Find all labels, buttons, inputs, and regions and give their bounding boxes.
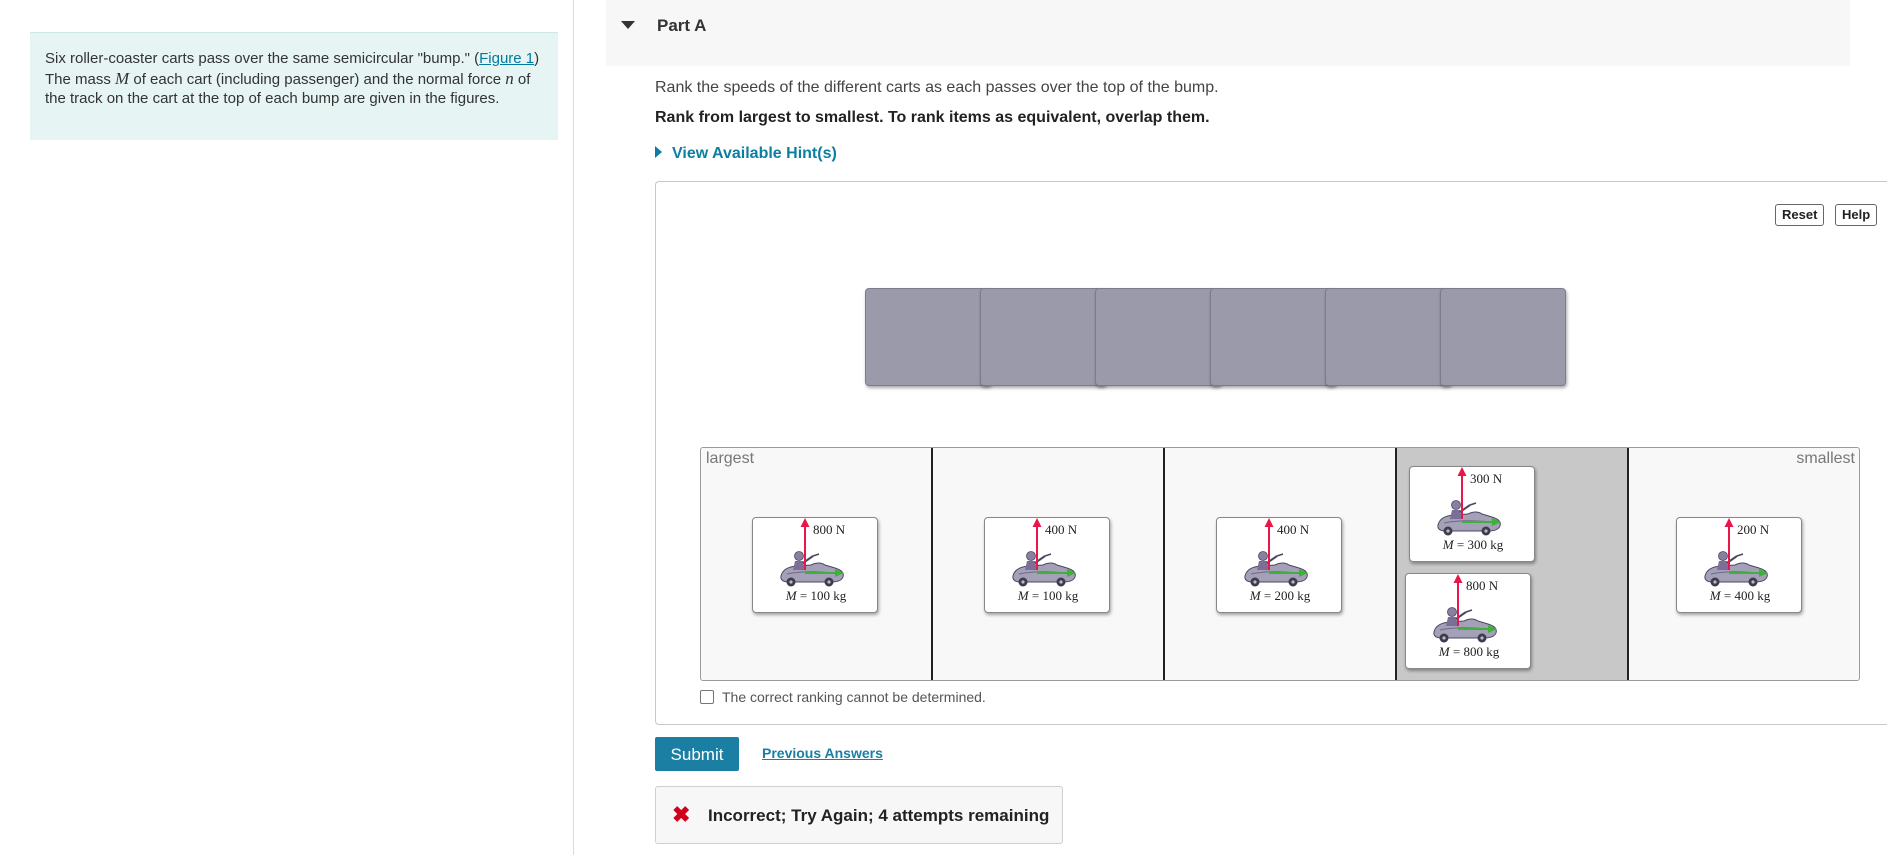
cart-mass-label: M = 200 kg — [1249, 588, 1311, 603]
feedback-message: Incorrect; Try Again; 4 attempts remaini… — [708, 806, 1050, 825]
question-instruction: Rank from largest to smallest. To rank i… — [655, 109, 1210, 126]
ranking-strip[interactable]: largest smallest 800 N M = 100 kg 400 N … — [700, 447, 1860, 681]
empty-source-slot[interactable] — [1440, 288, 1566, 386]
cart-mass-value: 300 kg — [1467, 537, 1504, 552]
intro-text-1: Six roller-coaster carts pass over the s… — [45, 50, 480, 67]
cart-mass-label: M = 100 kg — [785, 588, 847, 603]
view-hints-toggle[interactable]: View Available Hint(s) — [655, 145, 837, 163]
normal-force-value: 800 N — [1466, 578, 1499, 593]
cart-mass-label: M = 800 kg — [1438, 644, 1500, 659]
cart-card[interactable]: 800 N M = 100 kg — [752, 517, 878, 613]
cart-card[interactable]: 300 N M = 300 kg — [1409, 466, 1535, 562]
normal-force-value: 200 N — [1737, 522, 1770, 537]
empty-source-slot[interactable] — [865, 288, 991, 386]
cart-card[interactable]: 200 N M = 400 kg — [1676, 517, 1802, 613]
cannot-determine-option[interactable]: The correct ranking cannot be determined… — [700, 689, 986, 705]
normal-force-value: 400 N — [1277, 522, 1310, 537]
expand-caret-icon — [655, 146, 662, 159]
cannot-determine-label: The correct ranking cannot be determined… — [722, 689, 986, 705]
intro-text-3: of each cart (including passenger) and t… — [129, 70, 506, 88]
ranking-workspace: Reset Help largest smallest 800 N M = 10… — [655, 181, 1887, 725]
hint-label: View Available Hint(s) — [672, 145, 837, 162]
cart-mass-value: 800 kg — [1463, 644, 1500, 659]
cart-mass-label: M = 100 kg — [1017, 588, 1079, 603]
mass-variable: M — [115, 68, 130, 88]
previous-answers-link[interactable]: Previous Answers — [762, 745, 883, 761]
question-prompt: Rank the speeds of the different carts a… — [655, 79, 1219, 96]
cart-mass-value: 100 kg — [1042, 588, 1079, 603]
empty-source-slot[interactable] — [1210, 288, 1336, 386]
help-button[interactable]: Help — [1835, 204, 1878, 226]
largest-label: largest — [706, 450, 755, 467]
cart-mass-label: M = 300 kg — [1442, 537, 1504, 552]
cannot-determine-checkbox[interactable] — [700, 689, 714, 704]
feedback-box: ✖ Incorrect; Try Again; 4 attempts remai… — [655, 786, 1063, 844]
normal-force-value: 300 N — [1470, 471, 1503, 486]
cart-mass-value: 400 kg — [1734, 588, 1771, 603]
smallest-label: smallest — [1796, 450, 1855, 467]
reset-button[interactable]: Reset — [1775, 204, 1825, 226]
part-title: Part A — [657, 16, 707, 35]
cart-card[interactable]: 400 N M = 100 kg — [984, 517, 1110, 613]
cart-mass-label: M = 400 kg — [1709, 588, 1771, 603]
submit-button[interactable]: Submit — [655, 737, 739, 771]
cart-mass-value: 100 kg — [810, 588, 847, 603]
normal-force-variable: n — [505, 68, 514, 88]
empty-source-slot[interactable] — [1095, 288, 1221, 386]
part-a-header[interactable]: Part A — [606, 0, 1850, 66]
cart-card[interactable]: 800 N M = 800 kg — [1405, 573, 1531, 669]
collapse-caret-icon[interactable] — [621, 21, 635, 29]
panel-divider — [573, 0, 574, 855]
cart-card[interactable]: 400 N M = 200 kg — [1216, 517, 1342, 613]
empty-source-slot[interactable] — [1325, 288, 1451, 386]
empty-source-slot[interactable] — [980, 288, 1106, 386]
normal-force-value: 400 N — [1045, 522, 1078, 537]
normal-force-value: 800 N — [813, 522, 846, 537]
figure-1-link[interactable]: Figure 1 — [479, 50, 534, 67]
error-x-icon: ✖ — [672, 802, 691, 827]
problem-statement: Six roller-coaster carts pass over the s… — [30, 32, 558, 140]
cart-mass-value: 200 kg — [1274, 588, 1311, 603]
